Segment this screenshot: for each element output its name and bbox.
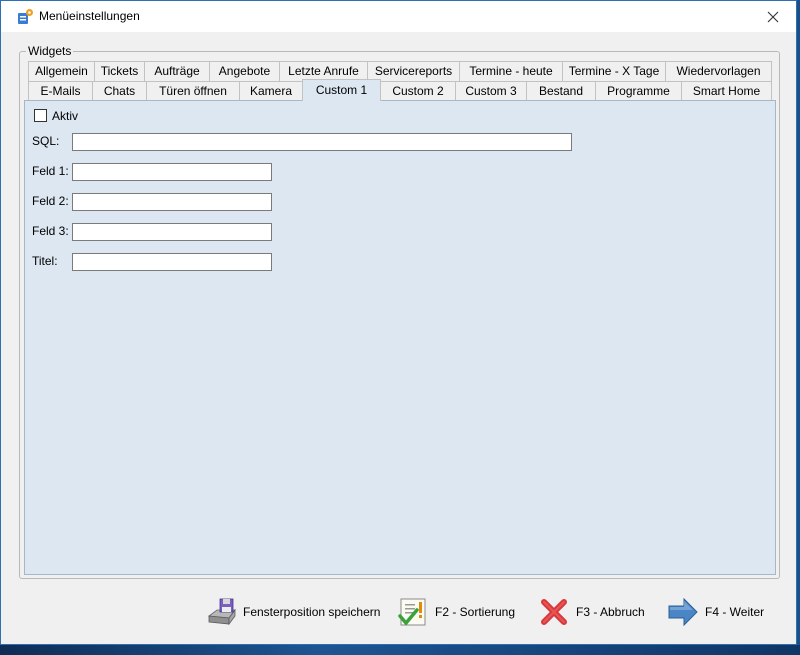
tab-termine-heute[interactable]: Termine - heute [459,61,563,81]
tab-servicereports[interactable]: Servicereports [367,61,460,81]
next-label: F4 - Weiter [705,605,765,619]
tab-aufträge[interactable]: Aufträge [144,61,210,81]
close-button[interactable] [750,1,796,32]
sort-button[interactable]: F2 - Sortierung [397,596,515,628]
title-bar: Menüeinstellungen [1,1,796,32]
feld2-input[interactable] [72,193,272,211]
tab-custom-2[interactable]: Custom 2 [380,81,456,101]
cancel-button[interactable]: F3 - Abbruch [538,596,645,628]
floppy-drive-icon [207,598,236,626]
cancel-label: F3 - Abbruch [576,605,645,619]
tab-bestand[interactable]: Bestand [526,81,596,101]
feld3-label: Feld 3: [32,224,69,238]
tab-allgemein[interactable]: Allgemein [28,61,95,81]
feld1-input[interactable] [72,163,272,181]
tab-wiedervorlagen[interactable]: Wiedervorlagen [665,61,772,81]
aktiv-checkbox[interactable] [34,109,47,122]
blue-arrow-right-icon [668,597,698,627]
desktop-background-bottom [0,645,800,655]
titel-input[interactable] [72,253,272,271]
tab-kamera[interactable]: Kamera [239,81,303,101]
tab-türen-öffnen[interactable]: Türen öffnen [146,81,240,101]
feld3-input[interactable] [72,223,272,241]
tab-e-mails[interactable]: E-Mails [28,81,93,101]
save-window-position-button[interactable]: Fensterposition speichern [205,596,380,628]
tab-smart-home[interactable]: Smart Home [681,81,772,101]
tab-programme[interactable]: Programme [595,81,682,101]
aktiv-label: Aktiv [52,109,79,123]
sql-label: SQL: [32,134,60,148]
window-title: Menüeinstellungen [39,9,140,23]
widgets-group-label: Widgets [26,44,74,58]
tab-angebote[interactable]: Angebote [209,61,280,81]
settings-app-icon [18,9,33,24]
tab-termine-x-tage[interactable]: Termine - X Tage [562,61,666,81]
tab-chats[interactable]: Chats [92,81,147,101]
sort-label: F2 - Sortierung [435,605,516,619]
next-button[interactable]: F4 - Weiter [667,596,764,628]
titel-label: Titel: [32,254,58,268]
tab-row-1: Allgemein Tickets Aufträge Angebote Letzte A… [28,61,772,81]
tab-custom-3[interactable]: Custom 3 [455,81,527,101]
save-window-position-label: Fensterposition speichern [243,605,381,619]
close-icon [767,11,779,22]
feld2-label: Feld 2: [32,194,69,208]
tab-letzte-anrufe[interactable]: Letzte Anrufe [279,61,368,81]
sql-input[interactable] [72,133,572,151]
tab-tickets[interactable]: Tickets [94,61,145,81]
feld1-label: Feld 1: [32,164,69,178]
checklist-icon [398,598,426,626]
tab-row-2: E-Mails Chats Türen öffnen Kamera Custom 1 Cu… [28,79,772,101]
red-x-icon [541,599,567,625]
tab-custom-1[interactable]: Custom 1 [302,79,381,101]
